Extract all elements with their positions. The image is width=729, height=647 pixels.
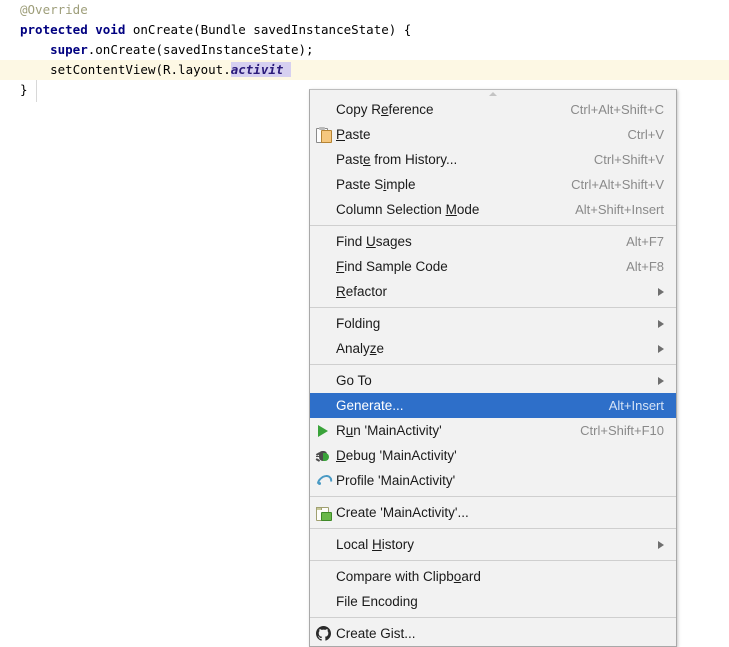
menu-item-folding[interactable]: Folding	[310, 311, 676, 336]
menu-separator	[310, 225, 676, 226]
no-icon	[310, 311, 336, 336]
menu-item-compare-with-clipboard[interactable]: Compare with Clipboard	[310, 564, 676, 589]
menu-item-copy-reference[interactable]: Copy Reference Ctrl+Alt+Shift+C	[310, 97, 676, 122]
menu-item-shortcut: Ctrl+Shift+F10	[580, 423, 664, 438]
menu-item-label: Folding	[336, 316, 381, 331]
no-icon	[310, 368, 336, 393]
menu-item-shortcut: Alt+Insert	[608, 398, 664, 413]
code-line[interactable]: super.onCreate(savedInstanceState);	[0, 40, 729, 60]
menu-separator	[310, 528, 676, 529]
no-icon	[310, 589, 336, 614]
menu-item-go-to[interactable]: Go To	[310, 368, 676, 393]
menu-item-label: Debug 'MainActivity'	[336, 448, 457, 463]
menu-item-shortcut: Alt+F8	[626, 259, 664, 274]
no-icon	[310, 229, 336, 254]
code-token: .onCreate(savedInstanceState);	[87, 42, 314, 57]
menu-item-shortcut: Alt+Shift+Insert	[575, 202, 664, 217]
code-token: super	[50, 42, 88, 57]
no-icon	[310, 147, 336, 172]
menu-item-label: Analyze	[336, 341, 385, 356]
menu-item-label: Go To	[336, 373, 372, 388]
menu-separator	[310, 617, 676, 618]
menu-item-file-encoding[interactable]: File Encoding	[310, 589, 676, 614]
no-icon	[310, 393, 336, 418]
code-token: }	[20, 82, 28, 97]
menu-separator	[310, 307, 676, 308]
code-content[interactable]: @Override protected void onCreate(Bundle …	[0, 0, 729, 100]
menu-item-create-gist[interactable]: Create Gist...	[310, 621, 676, 646]
code-selected-token: activit	[230, 62, 284, 77]
menu-item-paste-simple[interactable]: Paste Simple Ctrl+Alt+Shift+V	[310, 172, 676, 197]
menu-separator	[310, 496, 676, 497]
menu-item-create-mainactivity[interactable]: Create 'MainActivity'...	[310, 500, 676, 525]
github-icon	[310, 621, 336, 646]
submenu-arrow-icon	[658, 540, 664, 549]
menu-item-shortcut: Ctrl+V	[627, 127, 664, 142]
no-icon	[310, 197, 336, 222]
menu-item-shortcut: Ctrl+Shift+V	[593, 152, 664, 167]
menu-item-local-history[interactable]: Local History	[310, 532, 676, 557]
no-icon	[310, 532, 336, 557]
menu-item-label: Copy Reference	[336, 102, 434, 117]
submenu-arrow-icon	[658, 287, 664, 296]
no-icon	[310, 279, 336, 304]
code-line[interactable]: protected void onCreate(Bundle savedInst…	[0, 20, 729, 40]
context-menu-items[interactable]: Copy Reference Ctrl+Alt+Shift+C Paste Ctrl+…	[310, 97, 676, 646]
submenu-arrow-icon	[658, 344, 664, 353]
menu-item-label: Generate...	[336, 398, 404, 413]
menu-item-shortcut: Ctrl+Alt+Shift+C	[570, 102, 664, 117]
no-icon	[310, 172, 336, 197]
menu-item-label: Create Gist...	[336, 626, 416, 641]
menu-item-run-mainactivity[interactable]: Run 'MainActivity' Ctrl+Shift+F10	[310, 418, 676, 443]
no-icon	[310, 254, 336, 279]
menu-item-analyze[interactable]: Analyze	[310, 336, 676, 361]
menu-item-label: Paste	[336, 127, 371, 142]
menu-item-find-usages[interactable]: Find Usages Alt+F7	[310, 229, 676, 254]
code-token: @Override	[20, 2, 88, 17]
menu-item-paste[interactable]: Paste Ctrl+V	[310, 122, 676, 147]
menu-item-label: Paste Simple	[336, 177, 416, 192]
code-token: setContentView(R.layout.	[50, 62, 231, 77]
code-token: onCreate(Bundle savedInstanceState) {	[125, 22, 412, 37]
no-icon	[310, 564, 336, 589]
editor-context-menu[interactable]: Copy Reference Ctrl+Alt+Shift+C Paste Ctrl+…	[309, 89, 677, 647]
submenu-arrow-icon	[658, 319, 664, 328]
menu-item-label: Run 'MainActivity'	[336, 423, 442, 438]
menu-separator	[310, 364, 676, 365]
text-caret	[283, 62, 291, 77]
menu-item-debug-mainactivity[interactable]: Debug 'MainActivity'	[310, 443, 676, 468]
menu-item-paste-from-history[interactable]: Paste from History... Ctrl+Shift+V	[310, 147, 676, 172]
no-icon	[310, 97, 336, 122]
code-line[interactable]: setContentView(R.layout.activit	[0, 60, 729, 80]
menu-separator	[310, 560, 676, 561]
menu-item-label: Create 'MainActivity'...	[336, 505, 469, 520]
menu-item-profile-mainactivity[interactable]: Profile 'MainActivity'	[310, 468, 676, 493]
menu-item-label: Find Sample Code	[336, 259, 448, 274]
menu-item-label: File Encoding	[336, 594, 418, 609]
debug-icon	[310, 443, 336, 468]
menu-item-shortcut: Ctrl+Alt+Shift+V	[571, 177, 664, 192]
code-token: protected void	[20, 22, 126, 37]
menu-item-refactor[interactable]: Refactor	[310, 279, 676, 304]
new-file-icon	[310, 500, 336, 525]
menu-item-generate[interactable]: Generate... Alt+Insert	[310, 393, 676, 418]
menu-item-label: Paste from History...	[336, 152, 458, 167]
menu-item-label: Find Usages	[336, 234, 412, 249]
menu-item-shortcut: Alt+F7	[626, 234, 664, 249]
profile-icon	[310, 468, 336, 493]
menu-item-label: Profile 'MainActivity'	[336, 473, 456, 488]
menu-item-label: Local History	[336, 537, 415, 552]
menu-item-column-selection-mode[interactable]: Column Selection Mode Alt+Shift+Insert	[310, 197, 676, 222]
menu-item-label: Refactor	[336, 284, 388, 299]
run-icon	[310, 418, 336, 443]
no-icon	[310, 336, 336, 361]
menu-item-label: Compare with Clipboard	[336, 569, 481, 584]
paste-icon	[310, 122, 336, 147]
menu-item-find-sample-code[interactable]: Find Sample Code Alt+F8	[310, 254, 676, 279]
menu-item-label: Column Selection Mode	[336, 202, 480, 217]
code-line[interactable]: @Override	[0, 0, 729, 20]
submenu-arrow-icon	[658, 376, 664, 385]
